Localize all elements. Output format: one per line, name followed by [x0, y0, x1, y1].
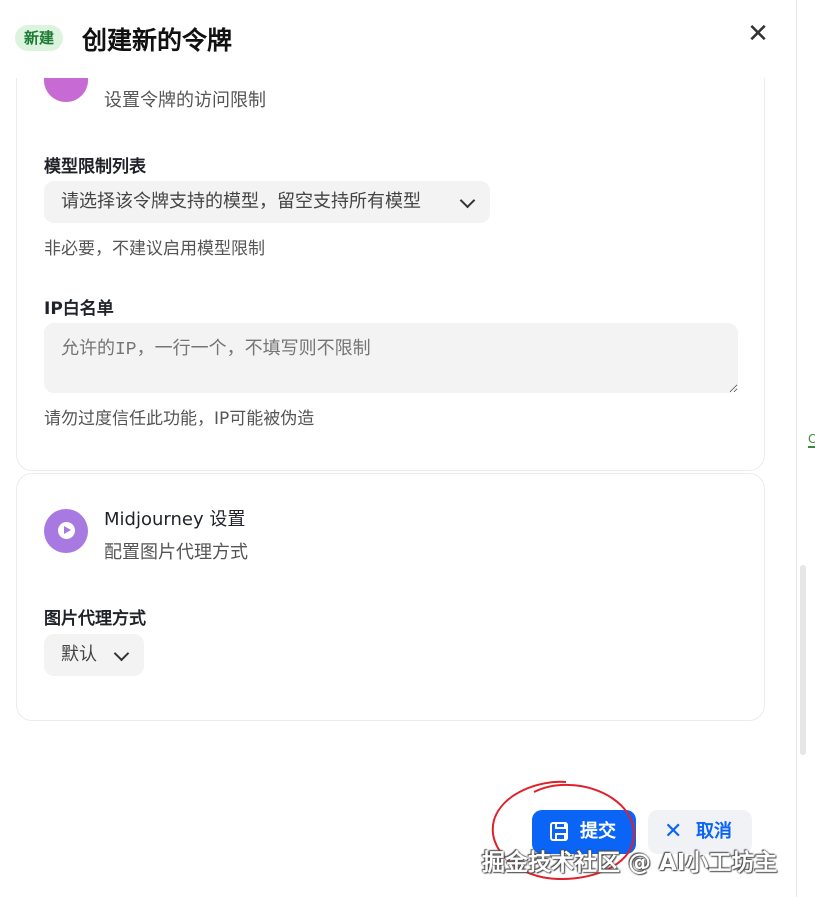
- modal-header: 新建 创建新的令牌 ✕: [0, 0, 796, 78]
- midjourney-subtitle: 配置图片代理方式: [104, 542, 248, 563]
- model-limit-label: 模型限制列表: [44, 157, 146, 177]
- model-limit-hint: 非必要，不建议启用模型限制: [44, 239, 265, 259]
- chevron-down-icon: [458, 181, 478, 223]
- midjourney-title: Midjourney 设置: [104, 509, 246, 530]
- midjourney-icon: [44, 509, 88, 553]
- ip-whitelist-hint: 请勿过度信任此功能，IP可能被伪造: [44, 409, 315, 429]
- model-limit-placeholder: 请选择该令牌支持的模型，留空支持所有模型: [61, 191, 421, 212]
- watermark-text: 掘金技术社区 @ AI小工坊主: [482, 850, 778, 876]
- chevron-down-icon: [112, 634, 132, 676]
- new-badge: 新建: [15, 25, 64, 51]
- modal-title: 创建新的令牌: [82, 26, 233, 55]
- background-fragment: C: [808, 428, 815, 448]
- access-limits-subtitle: 设置令牌的访问限制: [104, 90, 266, 111]
- model-limit-select[interactable]: 请选择该令牌支持的模型，留空支持所有模型: [44, 181, 490, 223]
- image-proxy-label: 图片代理方式: [44, 609, 146, 629]
- close-icon[interactable]: ✕: [744, 20, 772, 48]
- image-proxy-select[interactable]: 默认: [44, 634, 144, 676]
- ip-whitelist-input[interactable]: [44, 323, 738, 393]
- ip-whitelist-label: IP白名单: [44, 299, 114, 319]
- scrollbar-thumb[interactable]: [800, 565, 806, 755]
- save-icon: [550, 822, 568, 841]
- backdrop-edge: [796, 0, 815, 897]
- image-proxy-value: 默认: [61, 644, 97, 665]
